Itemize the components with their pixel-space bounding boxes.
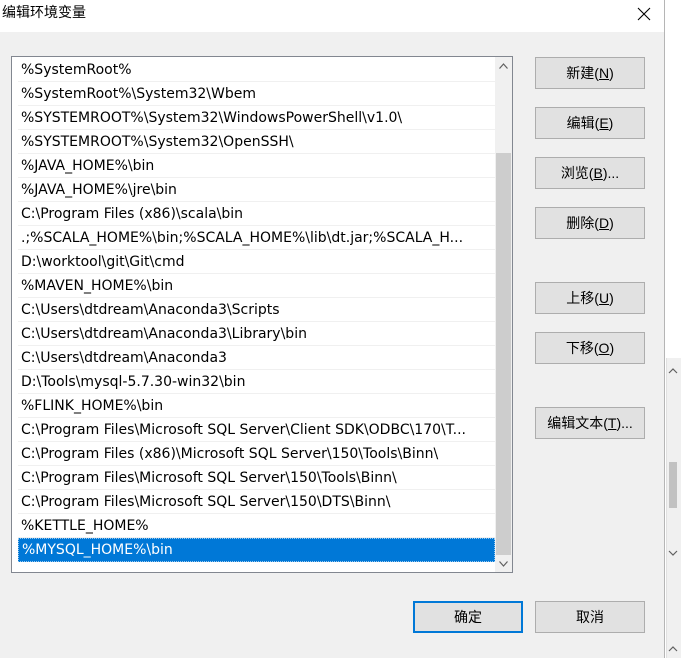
list-item[interactable]: %KETTLE_HOME% bbox=[18, 514, 495, 538]
edit-env-variable-dialog: 编辑环境变量 %SystemRoot% %SystemRoot%\System32… bbox=[0, 0, 665, 658]
background-scrollbar-track bbox=[666, 358, 681, 658]
list-item[interactable]: C:\Program Files\Microsoft SQL Server\15… bbox=[18, 466, 495, 490]
cancel-button[interactable]: 取消 bbox=[535, 601, 645, 633]
background-scrollbar-thumb bbox=[669, 462, 677, 508]
list-item[interactable]: C:\Program Files (x86)\Microsoft SQL Ser… bbox=[18, 442, 495, 466]
list-item[interactable]: %SYSTEMROOT%\System32\OpenSSH\ bbox=[18, 130, 495, 154]
list-item[interactable]: %MAVEN_HOME%\bin bbox=[18, 274, 495, 298]
edit-button[interactable]: 编辑(E) bbox=[535, 107, 645, 139]
list-vertical-scrollbar[interactable] bbox=[495, 57, 512, 572]
scroll-up-button[interactable] bbox=[495, 57, 512, 74]
path-list-box[interactable]: %SystemRoot% %SystemRoot%\System32\Wbem %S… bbox=[11, 56, 513, 573]
scroll-down-button[interactable] bbox=[495, 555, 512, 572]
delete-button[interactable]: 删除(D) bbox=[535, 207, 645, 239]
list-item[interactable]: %JAVA_HOME%\jre\bin bbox=[18, 178, 495, 202]
scroll-thumb[interactable] bbox=[496, 153, 511, 555]
ok-button[interactable]: 确定 bbox=[413, 601, 523, 633]
list-item[interactable]: C:\Program Files\Microsoft SQL Server\Cl… bbox=[18, 418, 495, 442]
chevron-up-icon bbox=[668, 646, 678, 652]
title-bar: 编辑环境变量 bbox=[0, 0, 665, 32]
chevron-up-icon bbox=[499, 62, 508, 69]
move-down-button[interactable]: 下移(O) bbox=[535, 332, 645, 364]
new-button[interactable]: 新建(N) bbox=[535, 57, 645, 89]
list-item[interactable]: C:\Users\dtdream\Anaconda3\Scripts bbox=[18, 298, 495, 322]
list-item[interactable]: %SystemRoot%\System32\Wbem bbox=[18, 82, 495, 106]
move-up-button[interactable]: 上移(U) bbox=[535, 282, 645, 314]
close-icon bbox=[637, 7, 651, 21]
list-item[interactable]: D:\worktool\git\Git\cmd bbox=[18, 250, 495, 274]
list-item[interactable]: %SystemRoot% bbox=[18, 58, 495, 82]
list-item[interactable]: C:\Users\dtdream\Anaconda3 bbox=[18, 346, 495, 370]
list-item[interactable]: %SYSTEMROOT%\System32\WindowsPowerShell\… bbox=[18, 106, 495, 130]
list-item[interactable]: .;%SCALA_HOME%\bin;%SCALA_HOME%\lib\dt.j… bbox=[18, 226, 495, 250]
list-item[interactable]: C:\Program Files\Microsoft SQL Server\15… bbox=[18, 490, 495, 514]
window-title: 编辑环境变量 bbox=[2, 5, 86, 21]
list-item[interactable]: %JAVA_HOME%\bin bbox=[18, 154, 495, 178]
chevron-up-icon bbox=[668, 368, 678, 374]
edit-text-button[interactable]: 编辑文本(T)... bbox=[535, 407, 645, 439]
list-item[interactable]: C:\Users\dtdream\Anaconda3\Library\bin bbox=[18, 322, 495, 346]
chevron-down-icon bbox=[668, 550, 678, 556]
list-item[interactable]: C:\Program Files (x86)\scala\bin bbox=[18, 202, 495, 226]
list-item[interactable]: D:\Tools\mysql-5.7.30-win32\bin bbox=[18, 370, 495, 394]
chevron-down-icon bbox=[499, 560, 508, 567]
list-item-selected[interactable]: %MYSQL_HOME%\bin bbox=[18, 538, 495, 562]
close-button[interactable] bbox=[623, 0, 665, 28]
background-window-strip bbox=[665, 0, 681, 658]
list-item[interactable]: %FLINK_HOME%\bin bbox=[18, 394, 495, 418]
browse-button[interactable]: 浏览(B)... bbox=[535, 157, 645, 189]
path-list: %SystemRoot% %SystemRoot%\System32\Wbem %S… bbox=[18, 58, 495, 562]
